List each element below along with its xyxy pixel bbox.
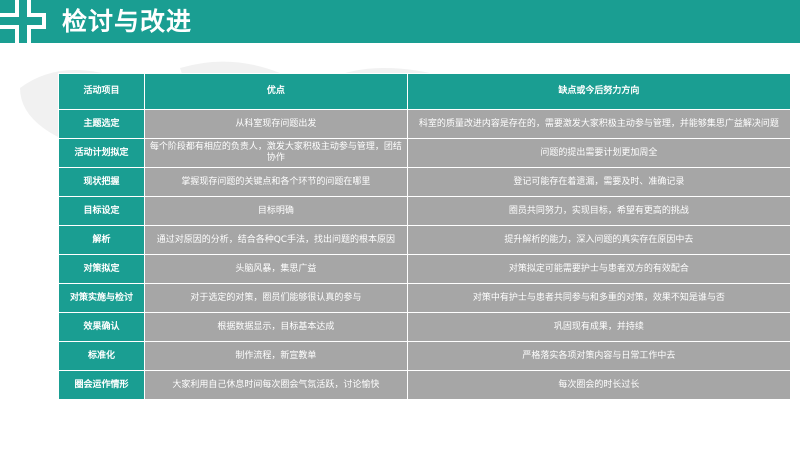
row-label: 主题选定 (57, 109, 146, 139)
strength-cell: 根据数据显示，目标基本达成 (144, 312, 408, 342)
table-row: 对策拟定 头脑风暴，集思广益 对策拟定可能需要护士与患者双方的有效配合 (57, 254, 792, 284)
row-label: 活动计划拟定 (57, 138, 146, 168)
row-label: 解析 (57, 225, 146, 255)
table-row: 标准化 制作流程，新宣教单 严格落实各项对策内容与日常工作中去 (57, 341, 792, 371)
weakness-cell: 对策拟定可能需要护士与患者双方的有效配合 (406, 254, 792, 284)
header-activity: 活动项目 (57, 73, 146, 110)
table-row: 主题选定 从科室现存问题出发 科室的质量改进内容是存在的，需要激发大家积极主动参… (57, 109, 792, 139)
row-label: 现状把握 (57, 167, 146, 197)
strength-cell: 大家利用自己休息时间每次圈会气氛活跃，讨论愉快 (144, 370, 408, 400)
strength-cell: 通过对原因的分析，结合各种QC手法，找出问题的根本原因 (144, 225, 408, 255)
strength-cell: 对于选定的对策，圈员们能够很认真的参与 (144, 283, 408, 313)
row-label: 对策实施与检讨 (57, 283, 146, 313)
table-row: 目标设定 目标明确 圈员共同努力，实现目标，希望有更高的挑战 (57, 196, 792, 226)
table-row: 活动计划拟定 每个阶段都有相应的负责人，激发大家积极主动参与管理，团结协作 问题… (57, 138, 792, 168)
weakness-cell: 严格落实各项对策内容与日常工作中去 (406, 341, 792, 371)
table-row: 解析 通过对原因的分析，结合各种QC手法，找出问题的根本原因 提升解析的能力，深… (57, 225, 792, 255)
table-row: 圈会运作情形 大家利用自己休息时间每次圈会气氛活跃，讨论愉快 每次圈会的时长过长 (57, 370, 792, 400)
row-label: 对策拟定 (57, 254, 146, 284)
weakness-cell: 圈员共同努力，实现目标，希望有更高的挑战 (406, 196, 792, 226)
review-table: 活动项目 优点 缺点或今后努力方向 主题选定 从科室现存问题出发 科室的质量改进… (57, 73, 792, 400)
page-title: 检讨与改进 (62, 7, 193, 36)
weakness-cell: 每次圈会的时长过长 (406, 370, 792, 400)
header-strengths: 优点 (144, 73, 408, 110)
strength-cell: 每个阶段都有相应的负责人，激发大家积极主动参与管理，团结协作 (144, 138, 408, 168)
weakness-cell: 问题的提出需要计划更加周全 (406, 138, 792, 168)
weakness-cell: 科室的质量改进内容是存在的，需要激发大家积极主动参与管理，并能够集思广益解决问题 (406, 109, 792, 139)
row-label: 标准化 (57, 341, 146, 371)
table-row: 效果确认 根据数据显示，目标基本达成 巩固现有成果，并持续 (57, 312, 792, 342)
weakness-cell: 登记可能存在着遗漏，需要及时、准确记录 (406, 167, 792, 197)
header-weaknesses: 缺点或今后努力方向 (406, 73, 792, 110)
table-row: 现状把握 掌握现存问题的关键点和各个环节的问题在哪里 登记可能存在着遗漏，需要及… (57, 167, 792, 197)
weakness-cell: 对策中有护士与患者共同参与和多重的对策，效果不知是谁与否 (406, 283, 792, 313)
strength-cell: 掌握现存问题的关键点和各个环节的问题在哪里 (144, 167, 408, 197)
table-row: 对策实施与检讨 对于选定的对策，圈员们能够很认真的参与 对策中有护士与患者共同参… (57, 283, 792, 313)
strength-cell: 头脑风暴，集思广益 (144, 254, 408, 284)
weakness-cell: 巩固现有成果，并持续 (406, 312, 792, 342)
row-label: 效果确认 (57, 312, 146, 342)
weakness-cell: 提升解析的能力，深入问题的真实存在原因中去 (406, 225, 792, 255)
strength-cell: 制作流程，新宣教单 (144, 341, 408, 371)
row-label: 目标设定 (57, 196, 146, 226)
row-label: 圈会运作情形 (57, 370, 146, 400)
strength-cell: 从科室现存问题出发 (144, 109, 408, 139)
strength-cell: 目标明确 (144, 196, 408, 226)
